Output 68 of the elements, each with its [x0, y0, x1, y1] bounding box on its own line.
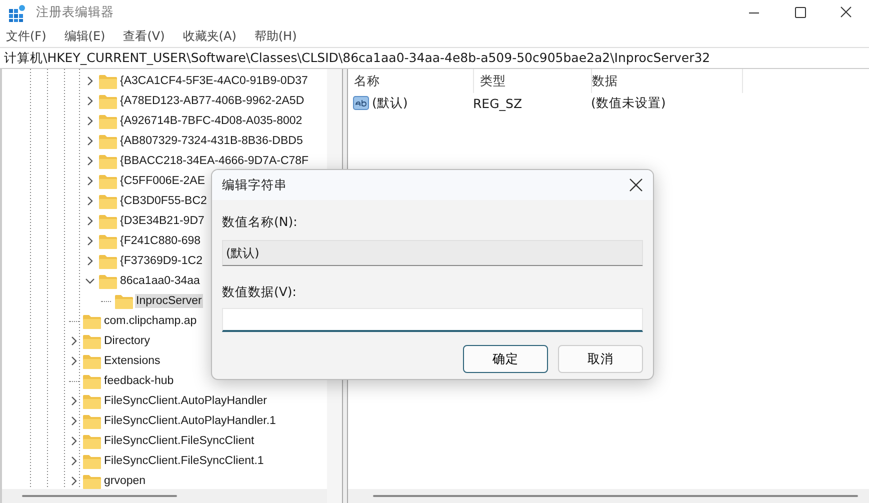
tree-item[interactable]: {CB3D0F55-BC2	[119, 194, 208, 208]
window-title: 注册表编辑器	[36, 4, 114, 21]
table-cell: (默认)	[372, 94, 408, 112]
column-header[interactable]: 类型	[474, 69, 592, 93]
folder-icon	[83, 314, 101, 328]
column-header[interactable]: 名称	[348, 69, 474, 93]
tree-item[interactable]: FileSyncClient.FileSyncClient.1	[103, 454, 265, 468]
folder-icon	[83, 374, 101, 388]
tree-item[interactable]: {A3CA1CF4-5F3E-4AC0-91B9-0D37	[119, 74, 309, 88]
field-label: 数值名称(N):	[222, 214, 298, 231]
menu-item[interactable]: 编辑(E)	[64, 28, 106, 44]
tree-item[interactable]: {AB807329-7324-431B-8B36-DBD5	[119, 134, 304, 148]
tree-item[interactable]: {F241C880-698	[119, 234, 202, 248]
dialog-title: 编辑字符串	[222, 176, 287, 194]
menu-item[interactable]: 文件(F)	[6, 28, 46, 44]
folder-icon	[99, 114, 117, 128]
table-cell-text: REG_SZ	[473, 96, 524, 110]
tree-item[interactable]: {D3E34B21-9D7	[119, 214, 206, 228]
menu-item[interactable]: 查看(V)	[123, 28, 165, 44]
folder-icon	[99, 194, 117, 208]
menu-item[interactable]: 收藏夹(A)	[182, 28, 236, 44]
folder-icon	[99, 254, 117, 268]
folder-icon	[83, 414, 101, 428]
tree-item[interactable]: {A926714B-7BFC-4D08-A035-8002	[119, 114, 304, 128]
menu-item[interactable]: 帮助(H)	[254, 28, 297, 44]
tree-item[interactable]: {A78ED123-AB77-406B-9962-2A5D	[119, 94, 306, 108]
tree-item[interactable]: feedback-hub	[103, 374, 175, 388]
dialog-button[interactable]: 确定	[463, 345, 548, 373]
tree-item[interactable]: com.clipchamp.ap	[103, 314, 198, 328]
tree-item[interactable]: FileSyncClient.AutoPlayHandler	[103, 394, 268, 408]
folder-icon	[115, 294, 133, 308]
folder-icon	[99, 234, 117, 248]
folder-icon	[83, 474, 101, 488]
scrollbar-thumb[interactable]	[373, 495, 858, 497]
folder-icon	[99, 274, 117, 288]
folder-icon	[99, 174, 117, 188]
value-data-field[interactable]	[222, 308, 643, 332]
folder-icon	[83, 354, 101, 368]
close-icon[interactable]	[629, 178, 643, 192]
tree-item[interactable]: InprocServer	[135, 294, 203, 308]
folder-icon	[83, 334, 101, 348]
column-header[interactable]: 数据	[592, 69, 743, 93]
folder-icon	[83, 434, 101, 448]
table-cell-text: (数值未设置)	[591, 94, 667, 112]
chevron-down-icon[interactable]	[85, 276, 95, 286]
string-value-icon	[353, 96, 369, 110]
dialog-button[interactable]: 取消	[558, 345, 643, 373]
folder-icon	[83, 394, 101, 408]
tree-item[interactable]: grvopen	[103, 474, 147, 488]
tree-item[interactable]: {BBACC218-34EA-4666-9D7A-C78F	[119, 154, 310, 168]
value-name-field[interactable]: (默认)	[222, 240, 643, 266]
folder-icon	[99, 94, 117, 108]
registry-cubes-icon	[8, 4, 26, 22]
folder-icon	[99, 154, 117, 168]
tree-item[interactable]: {F37369D9-1C2	[119, 254, 204, 268]
address-field[interactable]: 计算机\HKEY_CURRENT_USER\Software\Classes\CLSID\86ca1aa0-34aa-4e8b-a509-50c905bae2a2\InprocServer32	[0, 47, 869, 69]
tree-item[interactable]: FileSyncClient.AutoPlayHandler.1	[103, 414, 277, 428]
scrollbar-thumb[interactable]	[22, 495, 177, 497]
folder-icon	[99, 214, 117, 228]
folder-icon	[83, 454, 101, 468]
tree-item[interactable]: 86ca1aa0-34aa	[119, 274, 201, 288]
tree-item[interactable]: Directory	[103, 334, 152, 348]
tree-item[interactable]: FileSyncClient.FileSyncClient	[103, 434, 256, 448]
tree-item[interactable]: {C5FF006E-2AE	[119, 174, 206, 188]
field-label: 数值数据(V):	[222, 284, 298, 301]
folder-icon	[99, 74, 117, 88]
tree-item[interactable]: Extensions	[103, 354, 162, 368]
folder-icon	[99, 134, 117, 148]
